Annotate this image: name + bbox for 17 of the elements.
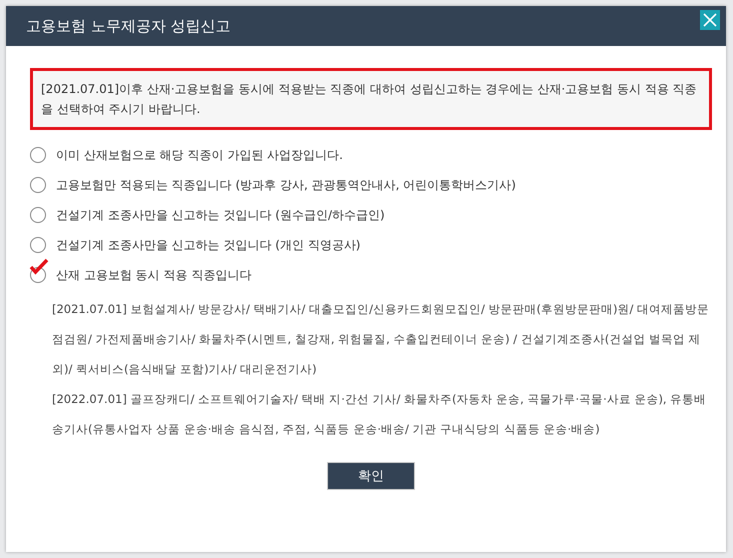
option-label[interactable]: 이미 산재보험으로 해당 직종이 가입된 사업장입니다. — [56, 146, 343, 164]
occupation-list-text: [2022.07.01] 골프장캐디/ 소프트웨어기술자/ 택배 지·간선 기사/ 화물차주(자동차 운송, 곡물가루·곡물·사료 운송), 유통배송기사(유통사업자 상품 운송·배송 음식점, 주점, 식품등 운송·배송/ 기관 구내식당의 식품등 운송·배송) — [52, 391, 708, 438]
option-label[interactable]: 산재 고용보험 동시 적용 직종입니다 — [56, 266, 252, 284]
radio-button[interactable] — [30, 207, 46, 223]
option-label[interactable]: 건설기계 조종사만을 신고하는 것입니다 (원수급인/하수급인) — [56, 206, 385, 224]
option-label[interactable]: 고용보험만 적용되는 직종입니다 (방과후 강사, 관광통역안내사, 어린이통학버스기사) — [56, 176, 516, 194]
occupation-list-text: [2021.07.01] 보험설계사/ 방문강사/ 택배기사/ 대출모집인/신용카드회원모집인/ 방문판매(후원방문판매)원/ 대여제품방문점검원/ 가전제품배송기사/ 화물차주(시멘트, 철강재, 위험물질, 수출입컨테이너 운송) / 건설기계조종사(건설업 벌목업 제외)/ 퀵서비스(음식배달 포함)기사/ 대리운전기사) — [52, 301, 710, 378]
radio-button[interactable] — [30, 237, 46, 253]
close-button[interactable] — [700, 10, 720, 30]
notice-text: [2021.07.01]이후 산재·고용보험을 동시에 적용받는 직종에 대하여 성립신고하는 경우에는 산재·고용보험 동시 적용 직종을 선택하여 주시기 바랍니다. — [30, 68, 712, 130]
close-icon — [703, 13, 717, 27]
checkmark-icon — [29, 258, 49, 276]
dialog-title: 고용보험 노무제공자 성립신고 — [26, 16, 231, 36]
option-label[interactable]: 건설기계 조종사만을 신고하는 것입니다 (개인 직영공사) — [56, 236, 360, 254]
confirm-button[interactable]: 확인 — [327, 462, 415, 490]
radio-button[interactable] — [30, 177, 46, 193]
radio-button[interactable] — [30, 147, 46, 163]
